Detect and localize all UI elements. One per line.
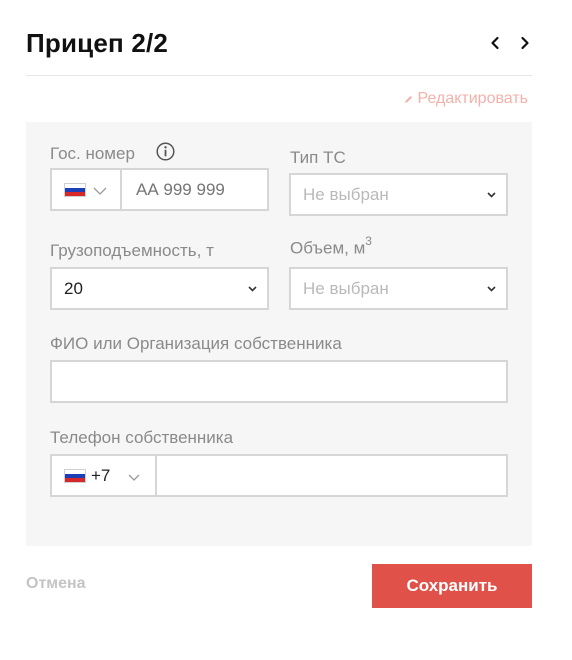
volume-select[interactable]: Не выбран xyxy=(289,267,508,310)
edit-link[interactable]: Редактировать xyxy=(404,90,528,108)
volume-label-superscript: 3 xyxy=(365,234,372,248)
chevron-down-icon xyxy=(487,285,496,292)
page-title: Прицеп 2/2 xyxy=(26,28,169,58)
chevron-down-icon xyxy=(248,285,257,292)
capacity-value: 20 xyxy=(64,278,83,298)
volume-label: Объем, м3 xyxy=(290,234,372,259)
plate-label: Гос. номер xyxy=(50,144,135,163)
modal-header: Прицеп 2/2 xyxy=(26,24,532,76)
volume-label-text: Объем, м xyxy=(290,238,366,258)
plate-input[interactable] xyxy=(124,170,264,209)
capacity-select[interactable]: 20 xyxy=(50,267,269,310)
phone-divider xyxy=(155,456,157,495)
form-panel: Гос. номер Тип ТС Не выбран Грузоподъемн… xyxy=(26,122,532,546)
owner-input[interactable] xyxy=(50,360,508,403)
chevron-down-icon xyxy=(93,187,107,195)
vehicle-type-label: Тип ТС xyxy=(290,148,346,167)
phone-country-select[interactable]: +7 xyxy=(52,456,155,495)
plate-field xyxy=(50,168,269,211)
pagination-nav xyxy=(488,34,532,52)
previous-button[interactable] xyxy=(488,34,502,52)
next-button[interactable] xyxy=(518,34,532,52)
plate-region-select[interactable] xyxy=(52,170,120,209)
phone-field: +7 xyxy=(50,454,508,497)
edit-label: Редактировать xyxy=(417,90,528,107)
chevron-right-icon xyxy=(521,36,529,50)
phone-label: Телефон собственника xyxy=(50,428,234,447)
phone-code: +7 xyxy=(91,465,111,485)
save-button[interactable]: Сохранить xyxy=(372,564,532,608)
owner-label: ФИО или Организация собственника xyxy=(50,334,342,353)
chevron-down-icon xyxy=(128,474,140,481)
chevron-down-icon xyxy=(487,191,496,198)
pencil-icon xyxy=(405,95,413,103)
russia-flag-icon xyxy=(64,183,86,197)
info-icon[interactable] xyxy=(156,142,175,161)
capacity-label: Грузоподъемность, т xyxy=(50,241,214,260)
phone-input[interactable] xyxy=(159,456,504,495)
chevron-left-icon xyxy=(491,36,499,50)
russia-flag-icon xyxy=(64,469,86,483)
vehicle-type-value: Не выбран xyxy=(303,184,389,204)
vehicle-type-select[interactable]: Не выбран xyxy=(289,173,508,216)
cancel-button[interactable]: Отмена xyxy=(26,575,86,593)
volume-value: Не выбран xyxy=(303,278,389,298)
plate-divider xyxy=(120,170,122,209)
